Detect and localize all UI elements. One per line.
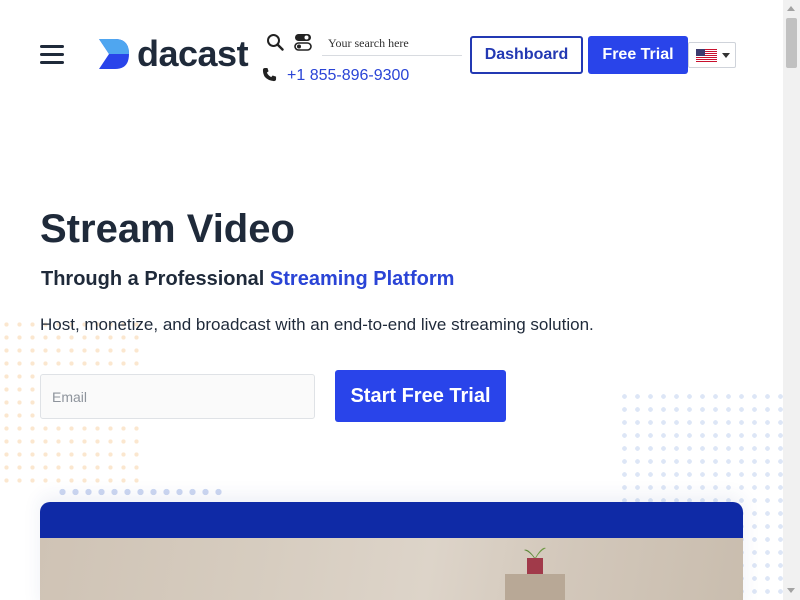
- hero-subtitle: Through a Professional Streaming Platfor…: [41, 268, 454, 291]
- video-frame[interactable]: [40, 538, 743, 600]
- toggle-icon[interactable]: [294, 33, 312, 51]
- room-shelf: [505, 574, 565, 600]
- hero-description: Host, monetize, and broadcast with an en…: [40, 315, 594, 334]
- hero-subtitle-accent: Streaming Platform: [269, 268, 455, 290]
- scroll-down-icon[interactable]: [787, 588, 795, 593]
- search-icon[interactable]: [266, 33, 284, 51]
- chevron-down-icon: [722, 52, 730, 58]
- brand-name: dacast: [137, 33, 249, 74]
- search-input[interactable]: [322, 32, 462, 56]
- brand-logo[interactable]: dacast: [97, 33, 249, 74]
- language-select[interactable]: [688, 42, 736, 68]
- scrollbar[interactable]: [783, 0, 800, 600]
- us-flag-icon: [696, 48, 717, 62]
- plant-image: [524, 547, 546, 574]
- start-free-trial-button[interactable]: Start Free Trial: [335, 370, 506, 422]
- email-input[interactable]: [40, 374, 315, 419]
- hero-subtitle-prefix: Through a Professional: [41, 268, 270, 290]
- dacast-logo-icon: [99, 39, 129, 69]
- scroll-thumb[interactable]: [786, 18, 797, 68]
- video-preview-card: [40, 502, 743, 600]
- phone-icon: [262, 67, 277, 82]
- free-trial-button[interactable]: Free Trial: [588, 36, 688, 74]
- menu-icon[interactable]: [40, 45, 64, 65]
- decorative-dots-row: [56, 487, 226, 497]
- hero-title: Stream Video: [40, 207, 295, 251]
- scroll-up-icon[interactable]: [787, 6, 795, 11]
- phone-link[interactable]: +1 855-896-9300: [287, 67, 409, 85]
- dashboard-button[interactable]: Dashboard: [470, 36, 583, 74]
